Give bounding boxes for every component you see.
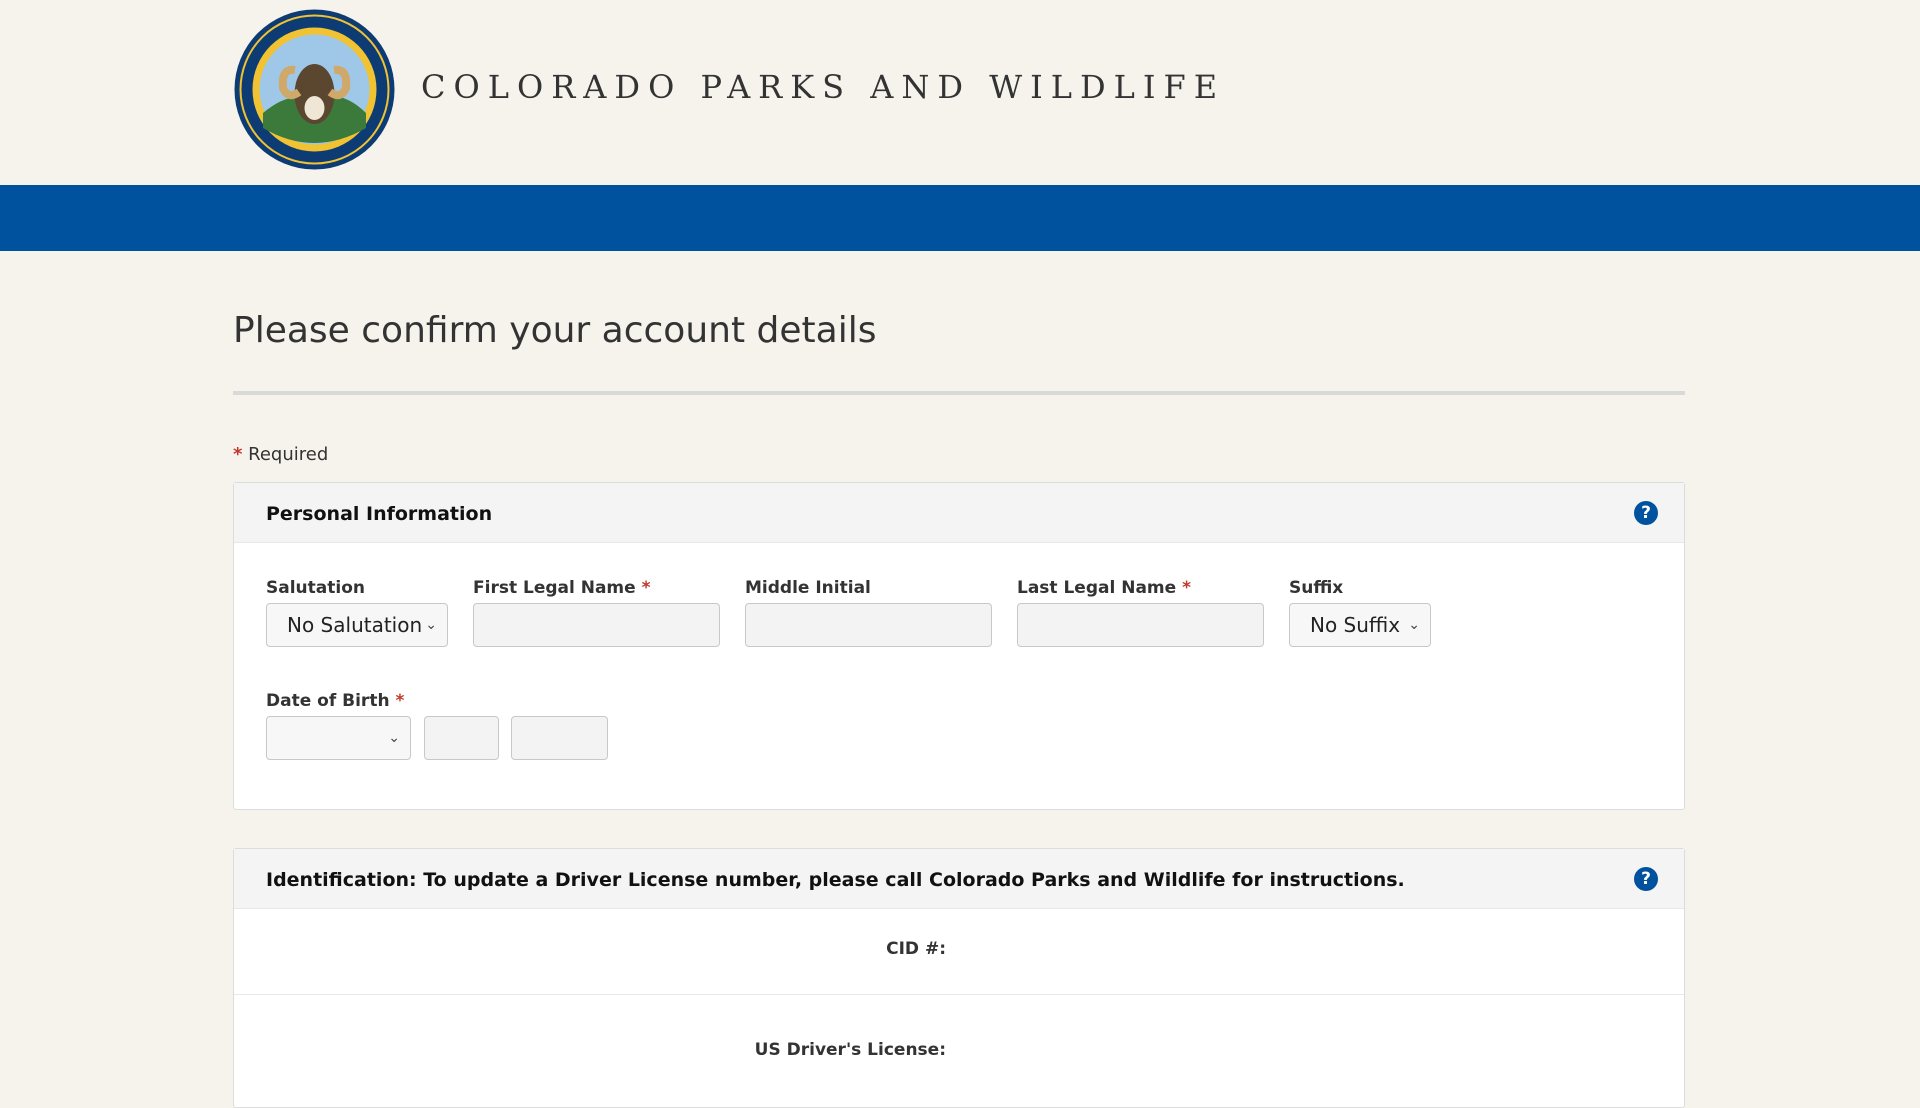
drivers-license-label: US Driver's License: — [754, 1040, 946, 1060]
site-header: COLORADO PARKS AND WILDLIFE — [0, 0, 1920, 185]
first-legal-name-field: First Legal Name * — [473, 578, 720, 647]
title-divider — [233, 391, 1685, 395]
salutation-selected-value: No Salutation — [287, 613, 423, 637]
identification-header: Identification: To update a Driver Licen… — [234, 849, 1684, 909]
required-asterisk: * — [233, 444, 243, 465]
identification-panel: Identification: To update a Driver Licen… — [233, 848, 1685, 1108]
cid-label: CID #: — [886, 939, 946, 959]
middle-initial-label: Middle Initial — [745, 578, 871, 598]
cpw-seal-logo[interactable] — [233, 8, 396, 171]
salutation-select[interactable]: No Salutation ⌄ — [266, 603, 448, 647]
first-legal-name-input[interactable] — [473, 603, 720, 647]
middle-initial-input[interactable] — [745, 603, 992, 647]
required-asterisk: * — [395, 691, 405, 711]
personal-information-heading: Personal Information — [266, 503, 493, 525]
required-asterisk: * — [1182, 578, 1191, 598]
page-title: Please confirm your account details — [233, 310, 877, 351]
salutation-label: Salutation — [266, 578, 365, 598]
last-legal-name-input[interactable] — [1017, 603, 1264, 647]
suffix-select[interactable]: No Suffix ⌄ — [1289, 603, 1431, 647]
chevron-down-icon: ⌄ — [388, 730, 400, 746]
chevron-down-icon: ⌄ — [425, 617, 437, 633]
dob-year-input[interactable] — [511, 716, 608, 760]
last-legal-name-field: Last Legal Name * — [1017, 578, 1264, 647]
required-asterisk: * — [641, 578, 651, 598]
date-of-birth-field: Date of Birth * ⌄ — [266, 691, 666, 760]
suffix-field: Suffix No Suffix ⌄ — [1289, 578, 1431, 647]
salutation-field: Salutation No Salutation ⌄ — [266, 578, 448, 647]
personal-information-header: Personal Information ? — [234, 483, 1684, 543]
suffix-label: Suffix — [1289, 578, 1344, 598]
first-legal-name-label: First Legal Name * — [473, 578, 651, 598]
suffix-selected-value: No Suffix — [1310, 613, 1401, 637]
drivers-license-row: US Driver's License: — [234, 995, 1684, 1081]
middle-initial-field: Middle Initial — [745, 578, 992, 647]
chevron-down-icon: ⌄ — [1408, 617, 1420, 633]
dob-month-select[interactable]: ⌄ — [266, 716, 411, 760]
help-icon[interactable]: ? — [1634, 501, 1658, 525]
personal-information-panel: Personal Information ? Salutation No Sal… — [233, 482, 1685, 810]
cid-row: CID #: — [234, 909, 1684, 995]
last-legal-name-label: Last Legal Name * — [1017, 578, 1191, 598]
identification-heading: Identification: To update a Driver Licen… — [266, 869, 1405, 891]
help-icon[interactable]: ? — [1634, 867, 1658, 891]
dob-day-input[interactable] — [424, 716, 499, 760]
date-of-birth-label: Date of Birth * — [266, 691, 405, 711]
site-title: COLORADO PARKS AND WILDLIFE — [421, 68, 1226, 106]
required-label: Required — [248, 444, 329, 465]
nav-bar — [0, 185, 1920, 251]
required-note: * Required — [233, 444, 328, 465]
